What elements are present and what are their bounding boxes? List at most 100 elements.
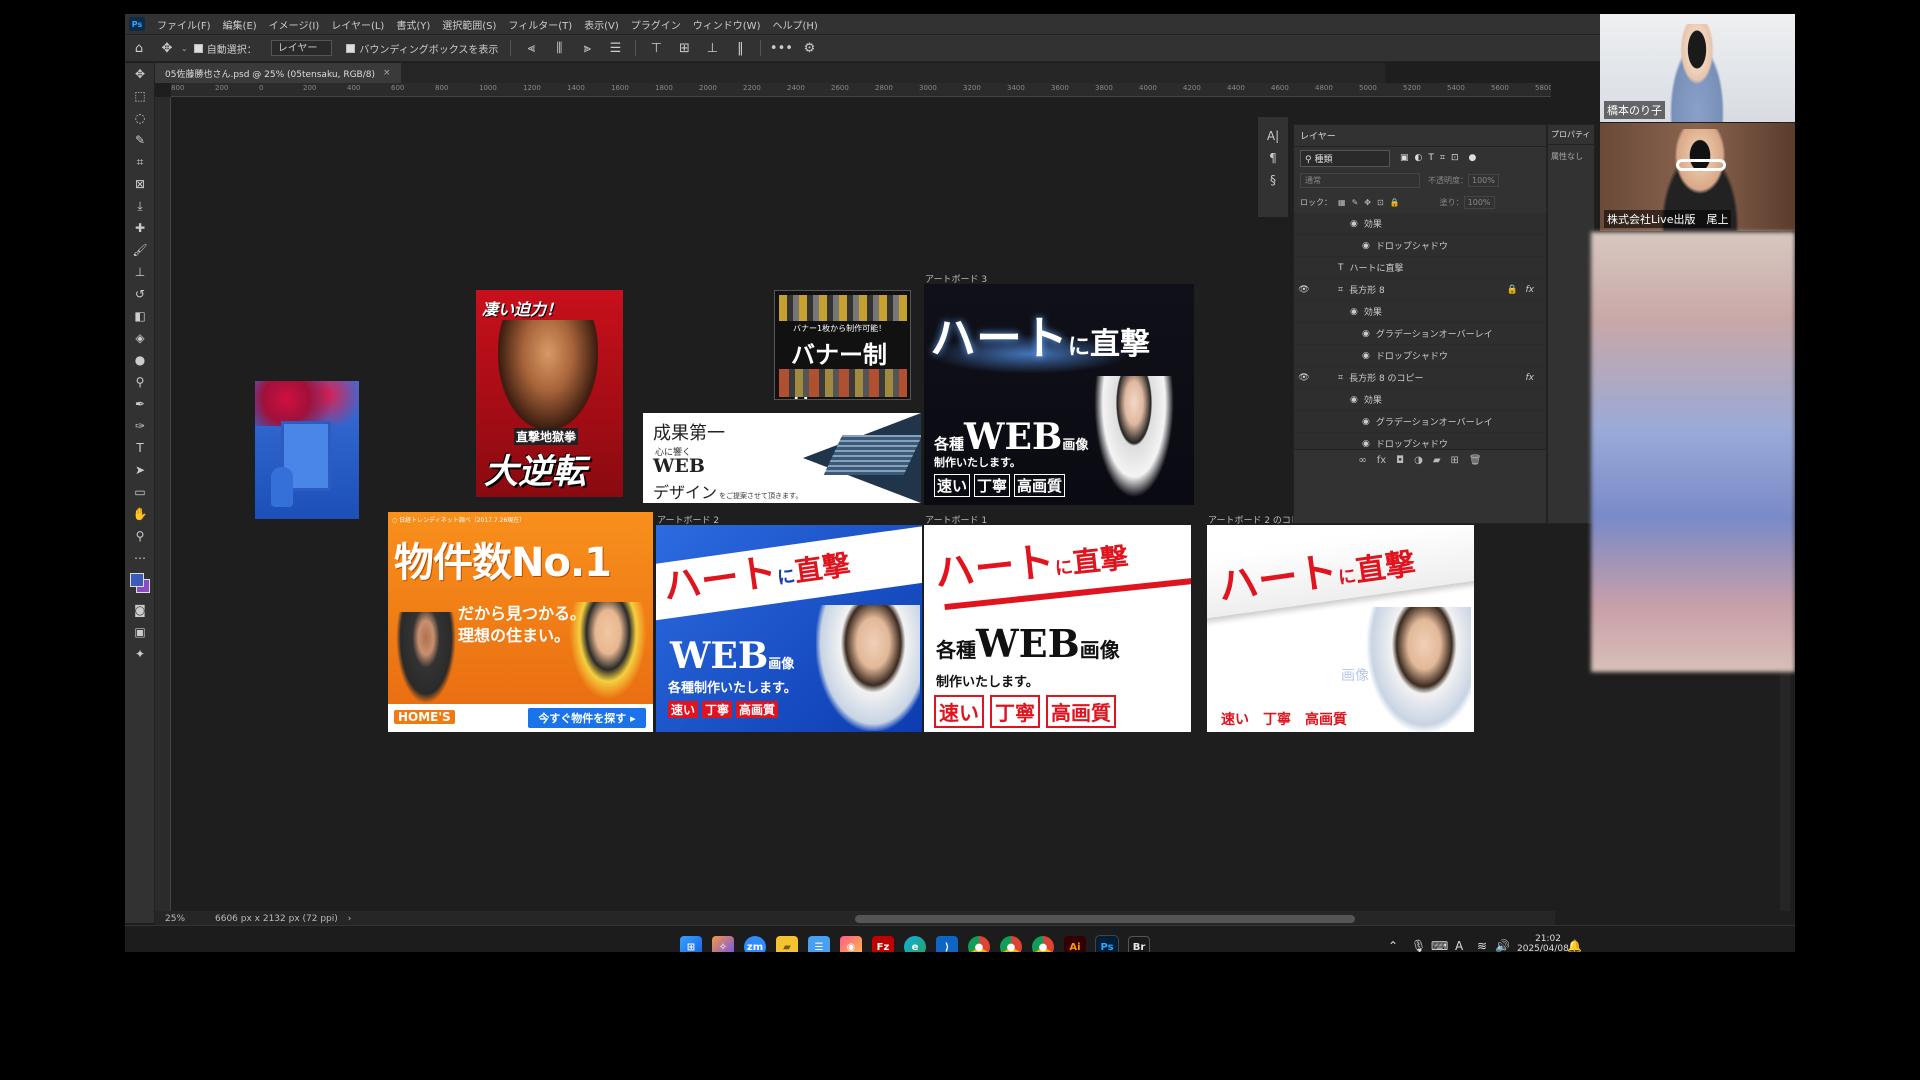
homes-cta-button[interactable]: 今すぐ物件を探す ▸	[528, 708, 646, 728]
keyboard-icon[interactable]: ⌨	[1431, 939, 1448, 952]
photoshop-icon[interactable]: Ps	[1095, 935, 1119, 952]
menu-window[interactable]: ウィンドウ(W)	[687, 17, 767, 32]
checkbox-icon[interactable]	[346, 43, 356, 53]
dodge-tool-icon[interactable]: ⚲	[125, 371, 155, 393]
trash-icon[interactable]: 🗑	[1469, 455, 1482, 466]
photos-icon[interactable]: ◉	[840, 936, 862, 952]
path-selection-tool-icon[interactable]: ➤	[125, 459, 155, 481]
ime-icon[interactable]: A	[1455, 939, 1463, 952]
status-chevron-icon[interactable]: ›	[348, 914, 352, 924]
home-icon[interactable]: ⌂	[129, 38, 149, 58]
align-top-icon[interactable]: ⊤	[646, 38, 666, 58]
add-style-icon[interactable]: fx	[1377, 455, 1386, 466]
align-right-icon[interactable]: ⫸	[577, 38, 597, 58]
checkbox-icon[interactable]	[193, 43, 203, 53]
fill-value[interactable]: 100%	[1463, 195, 1495, 209]
layer-row[interactable]: ◉ グラデーションオーバーレイ	[1294, 323, 1546, 345]
artboard-2[interactable]: ハート に 直撃 WEB 画像 各種 制作いたします。 速い 丁寧 高画質	[656, 525, 922, 732]
layer-row[interactable]: 👁 ⌗ 長方形 8 🔒 fx	[1294, 279, 1546, 301]
generative-icon[interactable]: ✦	[125, 643, 155, 665]
artboard-1[interactable]: ハート に 直撃 各種 WEB 画像 制作いたします。 速い 丁寧 高画質	[924, 525, 1191, 732]
auto-select-dropdown[interactable]: レイヤー	[270, 40, 333, 56]
gear-icon[interactable]: ⚙	[799, 38, 819, 58]
character-panel-icon[interactable]: A|	[1258, 125, 1288, 147]
hand-tool-icon[interactable]: ✋	[125, 503, 155, 525]
lock-artboard-icon[interactable]: ⊡	[1377, 198, 1384, 207]
artboard-2-copy[interactable]: ハート に 直撃 画像 速い 丁寧 高画質	[1207, 525, 1474, 732]
filter-pixel-icon[interactable]: ▣	[1400, 153, 1409, 163]
menu-type[interactable]: 書式(Y)	[390, 17, 436, 32]
layer-filter-dropdown[interactable]: ⚲ 種類	[1300, 149, 1390, 167]
layer-row[interactable]: 👁 ⌗ 長方形 8 のコピー fx	[1294, 367, 1546, 389]
clone-stamp-tool-icon[interactable]: ⊥	[125, 261, 155, 283]
menu-plugins[interactable]: プラグイン	[625, 17, 687, 32]
eyedropper-tool-icon[interactable]: ⤓	[125, 195, 155, 217]
eye-icon[interactable]: 👁	[1294, 373, 1314, 383]
auto-select-checkbox[interactable]: 自動選択：	[193, 41, 257, 56]
distribute-icon[interactable]: ☰	[605, 38, 625, 58]
banner-web-design[interactable]: 成果第一 心に響く WEB デザイン をご提案させて頂きます。	[643, 413, 921, 503]
edge-icon[interactable]: e	[904, 936, 926, 952]
link-layers-icon[interactable]: ∞	[1358, 455, 1366, 466]
zoom-level[interactable]: 25%	[165, 914, 205, 924]
illustrator-icon[interactable]: Ai	[1064, 936, 1086, 952]
vscode-icon[interactable]: ⟩	[936, 936, 958, 952]
paint-bucket-tool-icon[interactable]: ◈	[125, 327, 155, 349]
align-center-icon[interactable]: ⫼	[549, 38, 569, 58]
layer-row[interactable]: ◉ ドロップシャドウ	[1294, 235, 1546, 257]
paragraph-panel-icon[interactable]: ¶	[1258, 147, 1288, 169]
filter-toggle-icon[interactable]: ●	[1469, 153, 1477, 163]
new-group-icon[interactable]: ▰	[1433, 455, 1441, 466]
file-explorer-icon[interactable]: ▰	[776, 936, 798, 952]
copilot-icon[interactable]: ✧	[712, 936, 734, 952]
layer-row[interactable]: ◉ グラデーションオーバーレイ	[1294, 411, 1546, 433]
chrome-profile-3-icon[interactable]: ●	[1032, 936, 1054, 952]
notepad-icon[interactable]: ☰	[808, 936, 830, 952]
bounding-box-checkbox[interactable]: バウンディングボックスを表示	[346, 41, 498, 56]
filezilla-icon[interactable]: Fz	[872, 936, 894, 952]
chevron-down-icon[interactable]: ⌄	[181, 44, 188, 53]
more-options-icon[interactable]: •••	[770, 38, 793, 58]
filter-smart-icon[interactable]: ⊡	[1451, 153, 1459, 163]
move-tool-icon[interactable]: ✥	[125, 63, 155, 85]
glyphs-panel-icon[interactable]: §	[1258, 169, 1288, 191]
volume-icon[interactable]: 🔊	[1495, 939, 1510, 952]
menu-select[interactable]: 選択範囲(S)	[436, 17, 502, 32]
menu-file[interactable]: ファイル(F)	[151, 17, 217, 32]
distribute-vertical-icon[interactable]: ‖	[730, 38, 750, 58]
microphone-icon[interactable]: 🎙	[1411, 939, 1426, 952]
layer-row[interactable]: ◉ 効果	[1294, 301, 1546, 323]
lock-pixels-icon[interactable]: ▦	[1338, 198, 1346, 207]
type-tool-icon[interactable]: T	[125, 437, 155, 459]
lasso-tool-icon[interactable]: ◌	[125, 107, 155, 129]
menu-image[interactable]: イメージ(I)	[263, 17, 326, 32]
video-participant-2[interactable]: 株式会社Live出版 尾上	[1600, 123, 1795, 231]
clock[interactable]: 21:02 2025/04/08	[1517, 934, 1569, 952]
pen-tool-icon[interactable]: ✒	[125, 393, 155, 415]
pen-tool-alt-icon[interactable]: ✑	[125, 415, 155, 437]
opacity-value[interactable]: 100%	[1468, 173, 1499, 187]
screen-mode-icon[interactable]: ▣	[125, 621, 155, 643]
notification-bell-icon[interactable]: 🔔	[1567, 939, 1582, 952]
new-adjustment-icon[interactable]: ◑	[1414, 455, 1423, 466]
video-participant-1[interactable]: 橋本のり子	[1600, 14, 1795, 122]
chrome-icon[interactable]: ●	[968, 936, 990, 952]
bridge-icon[interactable]: Br	[1128, 936, 1150, 952]
menu-view[interactable]: 表示(V)	[578, 17, 625, 32]
move-tool-icon[interactable]: ✥	[157, 38, 177, 58]
movie-poster-banner[interactable]: 凄い迫力！ 直撃地獄拳 大逆転	[476, 290, 623, 497]
artboard-3[interactable]: ハート に 直撃 各種 WEB 画像 制作いたします。 速い 丁寧 高画質	[924, 284, 1194, 505]
layer-row[interactable]: ◉ 効果	[1294, 389, 1546, 411]
wifi-icon[interactable]: ≋	[1477, 939, 1487, 952]
history-brush-tool-icon[interactable]: ↺	[125, 283, 155, 305]
color-swatches[interactable]	[125, 569, 155, 599]
frame-tool-icon[interactable]: ⊠	[125, 173, 155, 195]
fx-icon[interactable]: fx	[1526, 373, 1535, 383]
horizontal-scrollbar[interactable]	[855, 915, 1355, 923]
homes-banner[interactable]: ○ 日経トレンディネット調べ（2017.7.26現在） 物件数No.1 だから見…	[388, 512, 653, 732]
layers-tab[interactable]: レイヤー	[1294, 125, 1546, 147]
quick-mask-icon[interactable]: ◙	[125, 599, 155, 621]
properties-tab[interactable]: プロパティ	[1548, 125, 1594, 145]
zoom-app-icon[interactable]: zm	[744, 936, 766, 952]
lock-paint-icon[interactable]: ✎	[1352, 198, 1359, 207]
